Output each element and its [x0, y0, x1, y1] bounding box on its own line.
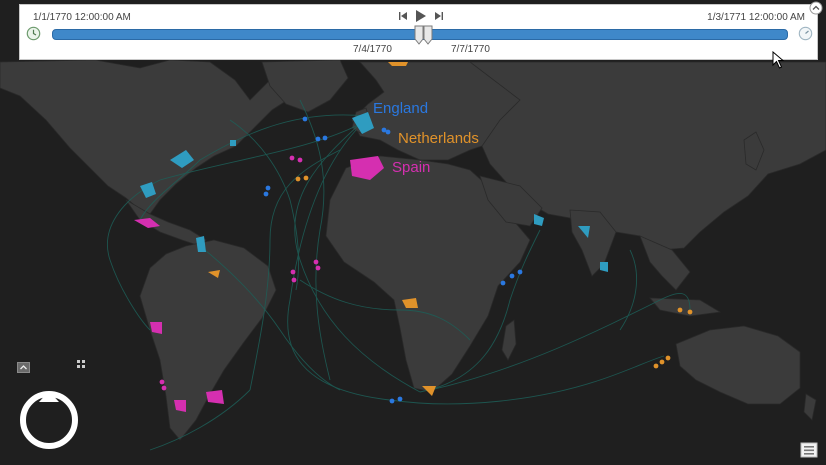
clock-icon[interactable] — [26, 26, 41, 41]
timeline-end-label: 1/3/1771 12:00:00 AM — [707, 12, 805, 23]
play-button[interactable] — [414, 8, 428, 24]
grid-icon[interactable] — [77, 360, 85, 368]
range-end-handle[interactable] — [423, 25, 433, 45]
chevron-up-icon[interactable] — [809, 1, 823, 15]
netherlands-label: Netherlands — [398, 130, 479, 147]
england-label: England — [373, 100, 429, 117]
skip-forward-button[interactable] — [432, 8, 446, 24]
compass-icon[interactable] — [17, 388, 81, 450]
range-end-date: 7/7/1770 — [451, 44, 490, 55]
play-icon — [416, 10, 426, 22]
speed-dial-icon[interactable] — [798, 26, 813, 41]
expand-panel-button[interactable] — [17, 362, 30, 373]
timeline-panel: 1/1/1770 12:00:00 AM 1/3/1771 12:00:00 A… — [19, 1, 823, 60]
world-map[interactable] — [0, 0, 826, 465]
skip-back-button[interactable] — [396, 8, 410, 24]
timeline-start-label: 1/1/1770 12:00:00 AM — [33, 12, 131, 23]
playback-controls — [396, 8, 446, 24]
layers-icon[interactable] — [800, 442, 818, 458]
spain-label: Spain — [392, 159, 431, 176]
skip-back-icon — [399, 12, 407, 20]
skip-forward-icon — [435, 12, 443, 20]
range-start-date: 7/4/1770 — [353, 44, 392, 55]
mouse-cursor-icon — [772, 51, 784, 69]
